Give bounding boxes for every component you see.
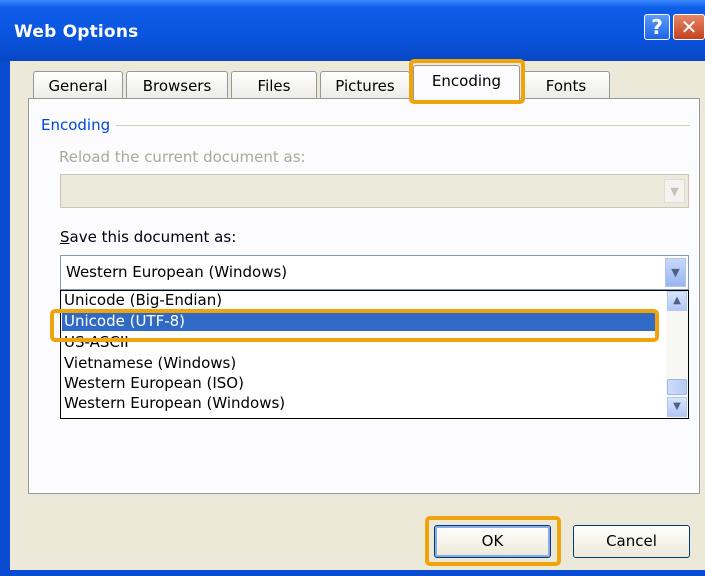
list-item[interactable]: Unicode (Big-Endian) — [64, 291, 658, 310]
tab-browsers[interactable]: Browsers — [126, 71, 228, 99]
chevron-up-icon[interactable]: ▲ — [667, 291, 687, 311]
web-options-dialog: Web Options ? ✕ General Browsers Files P… — [0, 0, 705, 576]
window-frame-left — [0, 61, 10, 576]
group-divider — [54, 125, 690, 126]
chevron-down-icon: ▼ — [664, 179, 685, 203]
utf8-option-highlight — [50, 309, 659, 342]
reload-encoding-select: ▼ — [60, 174, 689, 208]
title-bar[interactable]: Web Options ? ✕ — [0, 0, 705, 61]
window-frame-bottom — [0, 570, 705, 576]
scrollbar-thumb[interactable] — [667, 379, 687, 395]
encoding-tab-panel: Encoding Reload the current document as:… — [28, 98, 700, 494]
save-encoding-value: Western European (Windows) — [66, 263, 288, 281]
save-encoding-select[interactable]: Western European (Windows) ▼ — [60, 255, 689, 290]
cancel-button[interactable]: Cancel — [573, 525, 690, 558]
dialog-title: Web Options — [14, 22, 139, 42]
save-as-label: Save this document as: — [60, 228, 237, 246]
tab-files[interactable]: Files — [231, 71, 317, 99]
chevron-down-icon[interactable]: ▼ — [665, 258, 686, 287]
chevron-down-icon[interactable]: ▼ — [667, 397, 687, 417]
list-item[interactable]: Vietnamese (Windows) — [64, 353, 658, 373]
close-button[interactable]: ✕ — [673, 14, 705, 40]
encoding-group-label: Encoding — [41, 116, 117, 134]
list-item[interactable]: Western European (ISO) — [64, 373, 658, 393]
ok-button-highlight — [425, 516, 561, 566]
dialog-client-area: General Browsers Files Pictures Encoding… — [10, 59, 705, 570]
tab-general[interactable]: General — [33, 71, 123, 99]
reload-label: Reload the current document as: — [59, 148, 306, 166]
help-button[interactable]: ? — [644, 14, 670, 40]
encoding-tab-highlight — [409, 59, 525, 104]
tab-pictures[interactable]: Pictures — [320, 71, 410, 99]
list-scrollbar[interactable]: ▲ ▼ — [666, 291, 688, 418]
list-item[interactable]: Western European (Windows) — [64, 393, 658, 413]
tab-fonts[interactable]: Fonts — [522, 71, 610, 99]
